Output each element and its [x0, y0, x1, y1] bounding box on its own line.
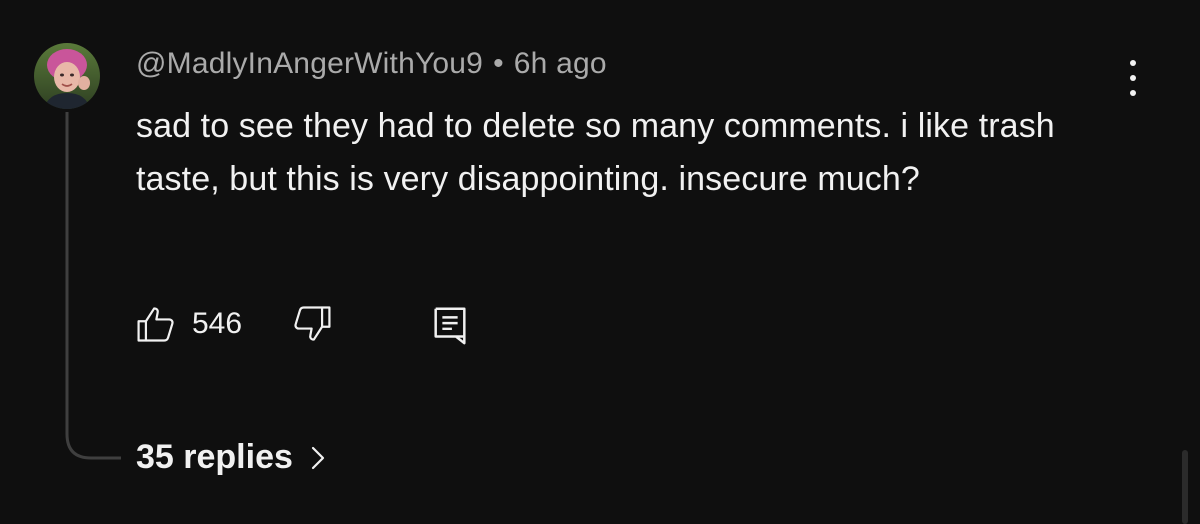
chevron-right-icon — [311, 446, 324, 469]
reply-button[interactable] — [430, 304, 470, 351]
comment-timestamp[interactable]: 6h ago — [514, 47, 607, 80]
separator-dot: • — [493, 47, 504, 80]
replies-label: 35 replies — [136, 438, 293, 476]
more-vertical-icon[interactable] — [1118, 58, 1148, 98]
menu-dot — [1130, 75, 1136, 81]
scrollbar[interactable] — [1182, 450, 1188, 524]
thread-line — [65, 112, 121, 460]
dislike-button[interactable] — [290, 302, 334, 351]
author-name[interactable]: @MadlyInAngerWithYou9 — [136, 47, 483, 80]
menu-dot — [1130, 90, 1136, 96]
thumbs-up-icon — [137, 307, 174, 342]
avatar-image — [34, 43, 100, 109]
replies-toggle[interactable]: 35 replies — [136, 438, 327, 477]
avatar[interactable] — [34, 43, 100, 109]
menu-dot — [1130, 60, 1136, 66]
thumbs-down-icon — [294, 306, 331, 341]
comment-icon — [434, 307, 466, 345]
comment-header: @MadlyInAngerWithYou9 • 6h ago — [136, 47, 607, 81]
comment-thread: @MadlyInAngerWithYou9 • 6h ago sad to see … — [0, 0, 1200, 524]
comment-text: sad to see they had to delete so many co… — [136, 107, 1055, 198]
like-count: 546 — [192, 307, 243, 340]
like-button[interactable]: 546 — [134, 302, 242, 346]
